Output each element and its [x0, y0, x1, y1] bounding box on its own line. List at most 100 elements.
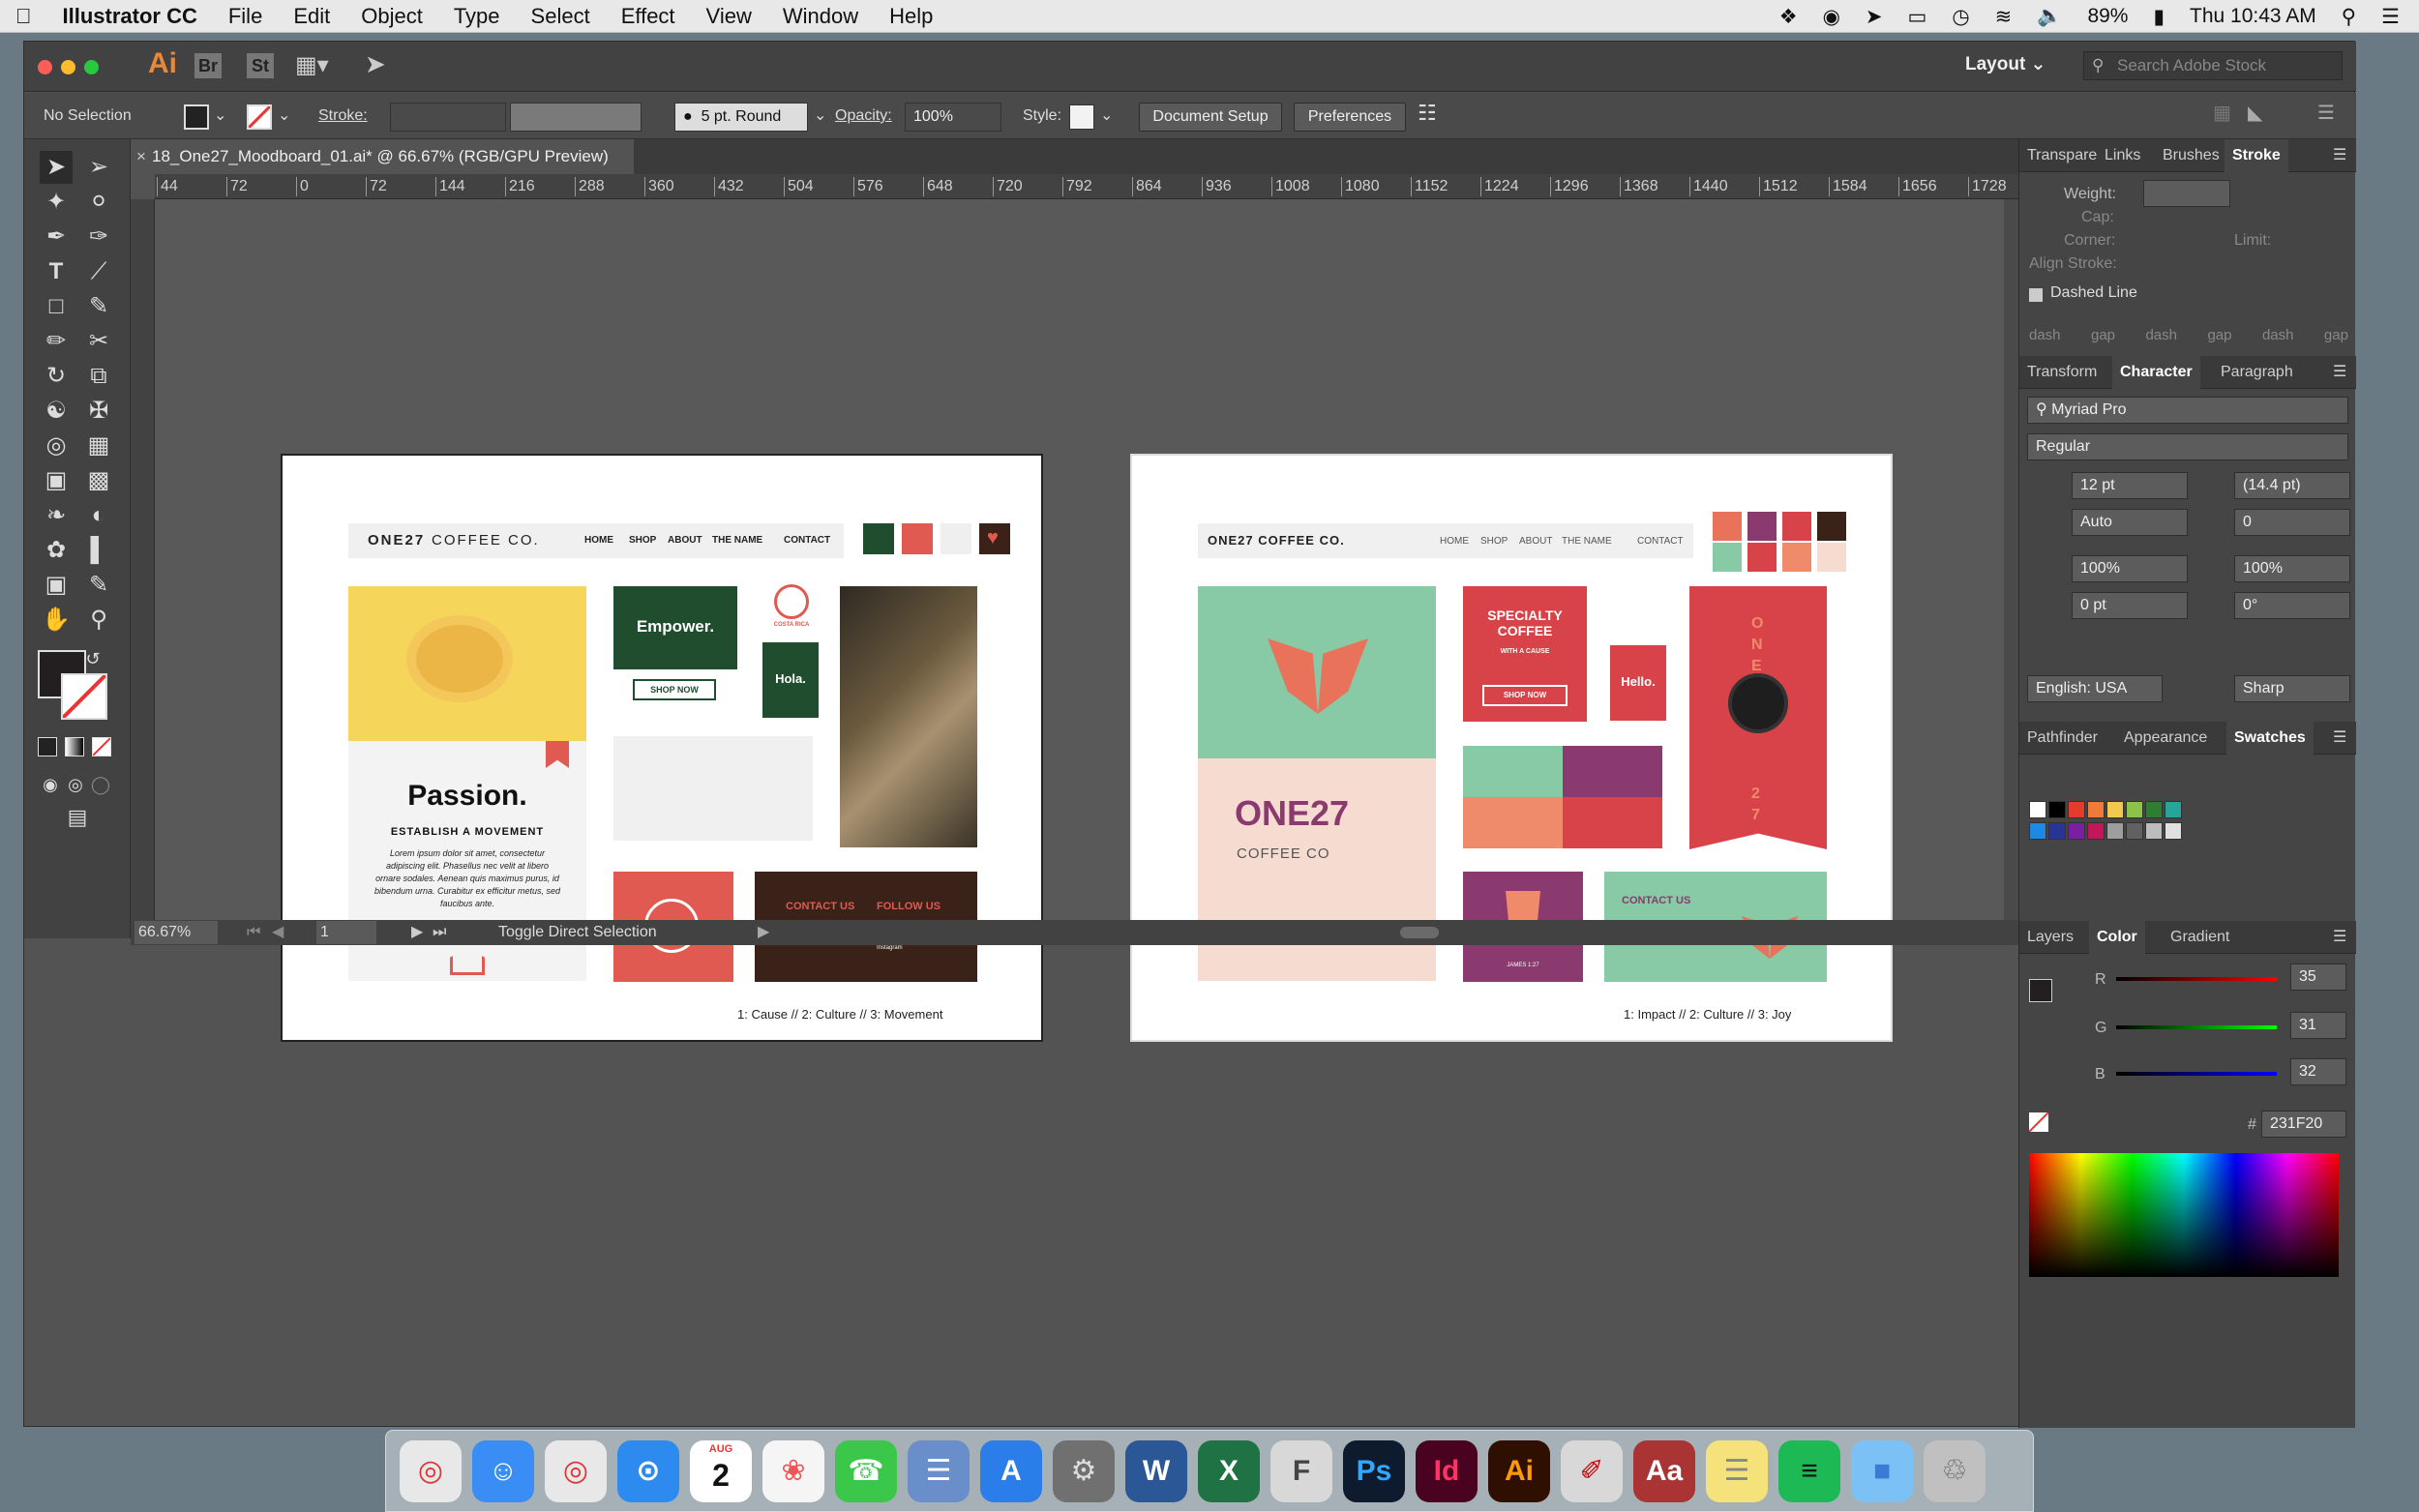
screen-mode-icon[interactable]: ▤ — [61, 801, 94, 834]
eyedropper-tool-icon[interactable]: ❧ — [40, 499, 73, 532]
scale-tool-icon[interactable]: ⧉ — [82, 360, 115, 393]
none-color-icon[interactable] — [2028, 1112, 2049, 1133]
kerning-input[interactable]: Auto — [2072, 509, 2188, 536]
tab-color[interactable]: Color — [2089, 921, 2145, 954]
hex-value-input[interactable]: 231F20 — [2261, 1111, 2346, 1138]
line-tool-icon[interactable]: ⟋ — [82, 255, 115, 288]
next-artboard-icon[interactable]: ▶ — [411, 920, 423, 945]
character-rotation-input[interactable]: 0° — [2234, 592, 2350, 619]
shape-builder-tool-icon[interactable]: ◎ — [40, 430, 73, 462]
dock-app-font-book-icon[interactable]: F — [1270, 1440, 1332, 1502]
swatch-cell[interactable] — [2087, 801, 2105, 818]
document-tab[interactable]: × 18_One27_Moodboard_01.ai* @ 66.67% (RG… — [131, 139, 634, 174]
tab-transform[interactable]: Transform — [2019, 356, 2105, 389]
menu-object[interactable]: Object — [345, 0, 438, 33]
dock-app-safari-icon[interactable]: ⊙ — [617, 1440, 679, 1502]
ab2-nav-item[interactable]: CONTACT — [1637, 536, 1684, 547]
ab2-nav-item[interactable]: THE NAME — [1562, 536, 1612, 547]
tab-transparency[interactable]: Transparency — [2019, 139, 2097, 172]
type-tool-icon[interactable]: T — [40, 255, 73, 288]
airplay-icon[interactable]: ▭ — [1908, 5, 1927, 29]
dock-app-spotify-icon[interactable]: ≡ — [1778, 1440, 1840, 1502]
tab-stroke[interactable]: Stroke — [2225, 139, 2288, 172]
close-tab-icon[interactable]: × — [136, 139, 146, 174]
prev-artboard-icon[interactable]: ◀ — [272, 920, 284, 945]
dash-fields[interactable]: dash gap dash gap dash gap — [2029, 327, 2348, 343]
font-style-dropdown[interactable]: Regular — [2027, 433, 2348, 460]
rotate-tool-icon[interactable]: ↻ — [40, 360, 73, 393]
align-icon[interactable]: ▦ — [2213, 99, 2231, 128]
scissors-tool-icon[interactable]: ✂ — [82, 325, 115, 358]
tab-pathfinder[interactable]: Pathfinder — [2019, 722, 2105, 755]
dock-app-facetime-icon[interactable]: ☎ — [835, 1440, 897, 1502]
language-dropdown[interactable]: English: USA — [2027, 675, 2163, 702]
variable-width-profile[interactable] — [510, 103, 642, 132]
swatch-cell[interactable] — [2165, 822, 2182, 840]
dashed-line-checkbox[interactable] — [2029, 288, 2043, 302]
tab-brushes[interactable]: Brushes — [2155, 139, 2227, 172]
curvature-tool-icon[interactable]: ✑ — [82, 221, 115, 253]
spotlight-icon[interactable]: ⚲ — [2342, 5, 2356, 29]
b-value-input[interactable]: 32 — [2290, 1058, 2346, 1085]
vertical-scrollbar[interactable] — [2004, 199, 2018, 920]
ab2-nav-item[interactable]: ABOUT — [1519, 536, 1552, 547]
dropbox-icon[interactable]: ❖ — [1779, 5, 1798, 29]
pen-tool-icon[interactable]: ✒ — [40, 221, 73, 253]
menu-type[interactable]: Type — [438, 0, 516, 33]
dock-app-photos-icon[interactable]: ❀ — [762, 1440, 824, 1502]
stock-button[interactable]: St — [247, 53, 274, 78]
g-value-input[interactable]: 31 — [2290, 1012, 2346, 1039]
zoom-tool-icon[interactable]: ⚲ — [82, 604, 115, 637]
menu-effect[interactable]: Effect — [606, 0, 691, 33]
blend-tool-icon[interactable]: ◐ — [82, 499, 115, 532]
color-menu-icon[interactable]: ☰ — [2325, 921, 2354, 954]
first-artboard-icon[interactable]: ⏮ — [247, 920, 260, 945]
swatch-cell[interactable] — [2048, 801, 2066, 818]
stroke-swatch-large[interactable] — [61, 673, 107, 720]
opacity-field[interactable]: 100% — [905, 103, 1001, 132]
swatch-cell[interactable] — [2145, 801, 2163, 818]
swatch-cell[interactable] — [2126, 822, 2143, 840]
stroke-label[interactable]: Stroke: — [318, 102, 368, 131]
canvas-area[interactable]: ONE27 COFFEE CO. HOME SHOP ABOUT THE NAME CONT… — [155, 199, 2004, 1042]
menu-window[interactable]: Window — [767, 0, 874, 33]
color-mode-icon[interactable] — [38, 737, 57, 756]
swatch-cell[interactable] — [2165, 801, 2182, 818]
dock-app-excel-icon[interactable]: X — [1198, 1440, 1260, 1502]
close-window-button[interactable] — [38, 60, 52, 74]
perspective-grid-tool-icon[interactable]: ▦ — [82, 430, 115, 462]
opacity-label[interactable]: Opacity: — [835, 102, 892, 131]
vertical-scale-input[interactable]: 100% — [2072, 555, 2188, 582]
artboard-tool-icon[interactable]: ▣ — [40, 569, 73, 602]
dock-app-finder-icon[interactable]: ☺ — [472, 1440, 534, 1502]
brush-dropdown-icon[interactable]: ⌄ — [814, 102, 826, 131]
bridge-button[interactable]: Br — [194, 53, 222, 78]
color-spectrum[interactable] — [2029, 1153, 2339, 1277]
stroke-dropdown-icon[interactable]: ⌄ — [278, 102, 290, 131]
dock-app-app-store-icon[interactable]: A — [980, 1440, 1042, 1502]
tab-paragraph[interactable]: Paragraph — [2213, 356, 2301, 389]
apple-icon[interactable]:  — [0, 0, 47, 33]
swatch-cell[interactable] — [2029, 822, 2046, 840]
swap-fill-stroke-icon[interactable]: ↺ — [82, 642, 104, 675]
ab1-nav-item[interactable]: THE NAME — [712, 535, 762, 546]
symbol-sprayer-tool-icon[interactable]: ✿ — [40, 534, 73, 567]
control-panel-menu-icon[interactable]: ☰ — [2317, 99, 2335, 128]
r-slider[interactable] — [2116, 977, 2277, 981]
menu-view[interactable]: View — [691, 0, 767, 33]
menu-file[interactable]: File — [213, 0, 278, 33]
direct-selection-tool-icon[interactable]: ➢ — [82, 151, 115, 184]
menu-help[interactable]: Help — [874, 0, 948, 33]
panel-menu-icon[interactable]: ☰ — [2325, 139, 2354, 172]
baseline-shift-input[interactable]: 0 pt — [2072, 592, 2188, 619]
vertical-ruler[interactable] — [131, 199, 155, 920]
style-dropdown-icon[interactable]: ⌄ — [1100, 102, 1113, 131]
warp-tool-icon[interactable]: ☯ — [40, 395, 73, 428]
artboard-1[interactable]: ONE27 COFFEE CO. HOME SHOP ABOUT THE NAME CONT… — [281, 454, 1043, 1042]
selection-tool-icon[interactable]: ➤ — [40, 151, 73, 184]
swatch-cell[interactable] — [2106, 801, 2124, 818]
adobe-stock-search-input[interactable]: ⚲ Search Adobe Stock — [2083, 51, 2343, 80]
status-menu-icon[interactable]: ▶ — [758, 920, 769, 945]
horizontal-ruler[interactable]: 44 72 0 72 144 216 288 360 432 504 576 648 720 792 864… — [155, 174, 2018, 199]
tab-character[interactable]: Character — [2112, 356, 2200, 389]
